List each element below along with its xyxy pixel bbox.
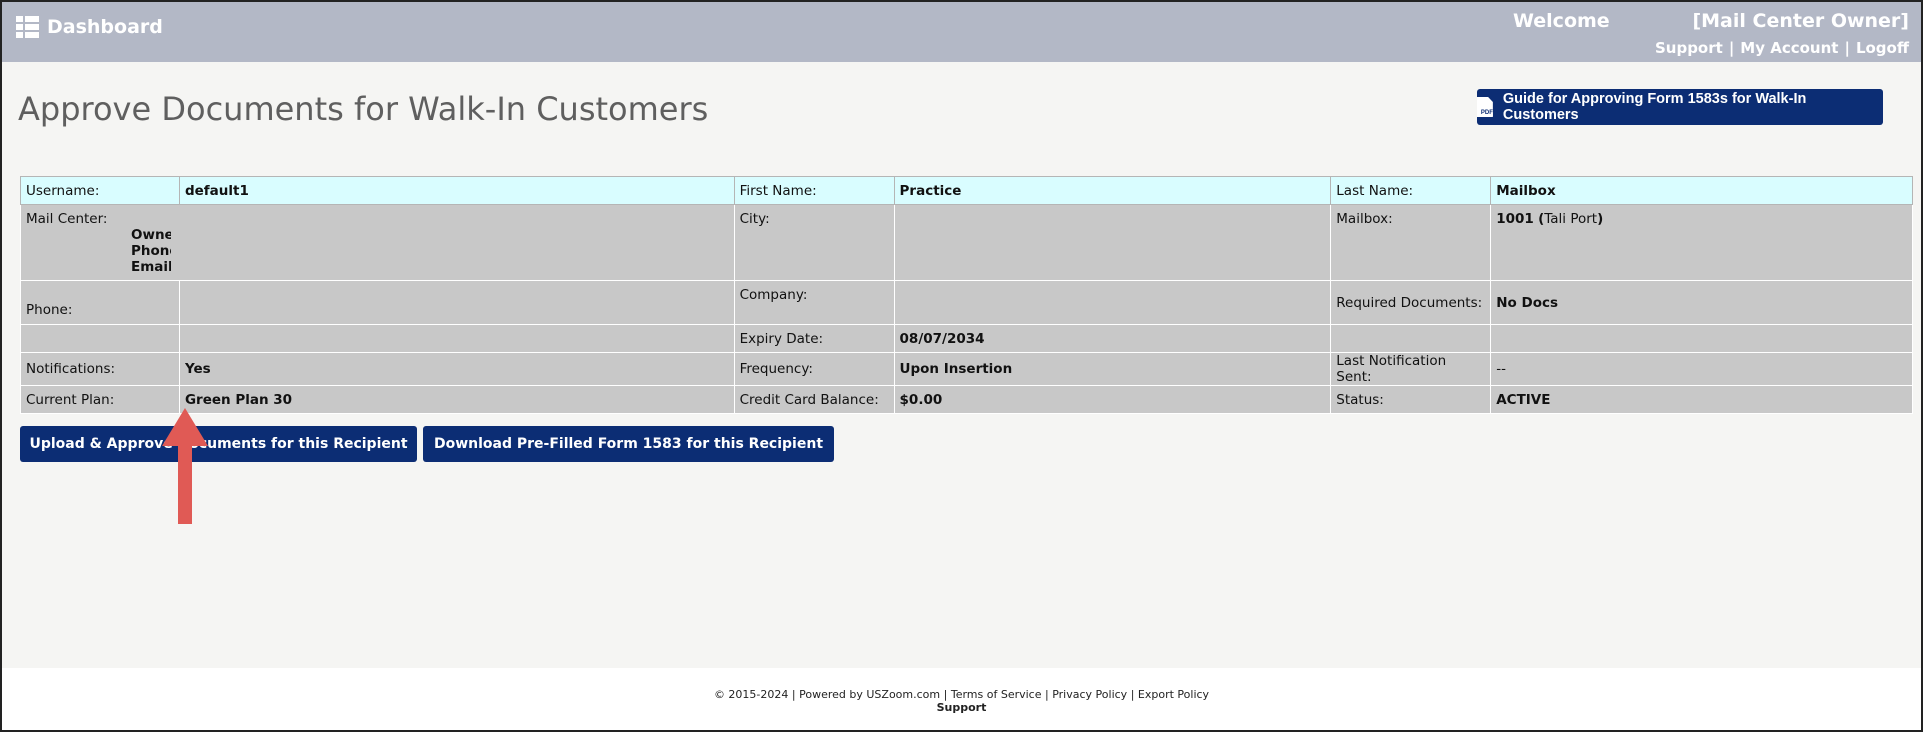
first-name-label: First Name: [733,176,895,205]
page-title: Approve Documents for Walk-In Customers [18,90,709,128]
mailbox-location: Tali Port [1544,211,1598,227]
owner-label: Owner [131,227,171,243]
mailbox-label: Mailbox: [1330,204,1492,281]
footer-separator: | [1130,688,1135,701]
plan-label: Current Plan: [20,385,180,414]
mail-center-details: Owner Phone Email: [26,227,729,275]
table-row: Mail Center: Owner Phone Email: City: Ma… [20,204,1913,281]
mail-center-label: Mail Center: [26,211,108,227]
copyright-text: © 2015-2024 [713,688,789,701]
company-value [893,280,1332,325]
export-link[interactable]: Export Policy [1138,688,1209,701]
mailbox-paren-close: ) [1597,211,1604,227]
top-bar: Dashboard Welcome [Mail Center Owner] Su… [2,2,1921,62]
last-name-label: Last Name: [1330,176,1492,205]
table-row: Username: default1 First Name: Practice … [20,176,1913,205]
phone-sub-label: Phone [131,243,171,259]
empty-cell [1330,324,1492,353]
download-form-button[interactable]: Download Pre-Filled Form 1583 for this R… [423,426,834,462]
dashboard-label: Dashboard [47,16,163,38]
my-account-link[interactable]: My Account [1740,39,1838,57]
plan-value: Green Plan 30 [178,385,735,414]
support-link[interactable]: Support [1655,39,1723,57]
mailbox-value: 1001 (Tali Port) [1490,204,1913,281]
link-separator: | [1728,39,1735,57]
main-content: Approve Documents for Walk-In Customers … [2,62,1921,668]
username-label: Username: [20,176,180,205]
footer: © 2015-2024 | Powered by USZoom.com | Te… [2,668,1921,730]
expiry-label: Expiry Date: [733,324,895,353]
top-links: Support | My Account | Logoff [1655,39,1909,57]
empty-cell [20,324,180,353]
expiry-value: 08/07/2034 [893,324,1332,353]
upload-approve-button[interactable]: Upload & Approve Documents for this Reci… [20,426,417,462]
footer-support-link[interactable]: Support [937,701,987,714]
last-name-value: Mailbox [1490,176,1913,205]
user-role: [Mail Center Owner] [1692,10,1909,32]
table-row: Expiry Date: 08/07/2034 [20,324,1913,353]
terms-link[interactable]: Terms of Service [951,688,1042,701]
empty-cell [1490,324,1913,353]
cc-balance-value: $0.00 [893,385,1332,414]
table-row: Notifications: Yes Frequency: Upon Inser… [20,352,1913,386]
cc-balance-label: Credit Card Balance: [733,385,895,414]
footer-separator: | [1045,688,1049,701]
username-value: default1 [178,176,735,205]
frequency-label: Frequency: [733,352,895,386]
first-name-value: Practice [893,176,1332,205]
status-value: ACTIVE [1490,385,1913,414]
status-label: Status: [1330,385,1492,414]
empty-cell [178,324,735,353]
logoff-link[interactable]: Logoff [1856,39,1909,57]
pdf-icon [1477,97,1493,117]
required-docs-value: No Docs [1490,280,1913,325]
dashboard-link[interactable]: Dashboard [16,16,163,38]
phone-label: Phone: [20,280,180,325]
link-separator: | [1844,39,1850,57]
red-arrow-annotation [162,408,208,524]
city-label: City: [733,204,895,281]
recipient-info-table: Username: default1 First Name: Practice … [20,176,1913,414]
notifications-label: Notifications: [20,352,180,386]
mail-center-cell: Mail Center: Owner Phone Email: [20,204,735,281]
email-label: Email: [131,259,171,275]
notifications-value: Yes [178,352,735,386]
table-row: Phone: Company: Required Documents: No D… [20,280,1913,325]
privacy-link[interactable]: Privacy Policy [1052,688,1127,701]
last-notification-label: Last Notification Sent: [1330,352,1492,386]
footer-links: © 2015-2024 | Powered by USZoom.com | Te… [2,688,1921,701]
city-value [893,204,1332,281]
frequency-value: Upon Insertion [893,352,1332,386]
last-notification-value: -- [1490,352,1913,386]
powered-by-link[interactable]: Powered by USZoom.com [799,688,940,701]
mailbox-number: 1001 [1496,211,1534,227]
dashboard-grid-icon [16,16,39,38]
required-docs-label: Required Documents: [1330,280,1492,325]
table-row: Current Plan: Green Plan 30 Credit Card … [20,385,1913,414]
guide-button-label: Guide for Approving Form 1583s for Walk-… [1502,91,1807,123]
guide-button[interactable]: Guide for Approving Form 1583s for Walk-… [1477,89,1883,125]
footer-separator: | [943,688,948,701]
phone-value [178,280,735,325]
footer-separator: | [791,688,796,701]
welcome-text: Welcome [1513,10,1610,32]
company-label: Company: [733,280,895,325]
